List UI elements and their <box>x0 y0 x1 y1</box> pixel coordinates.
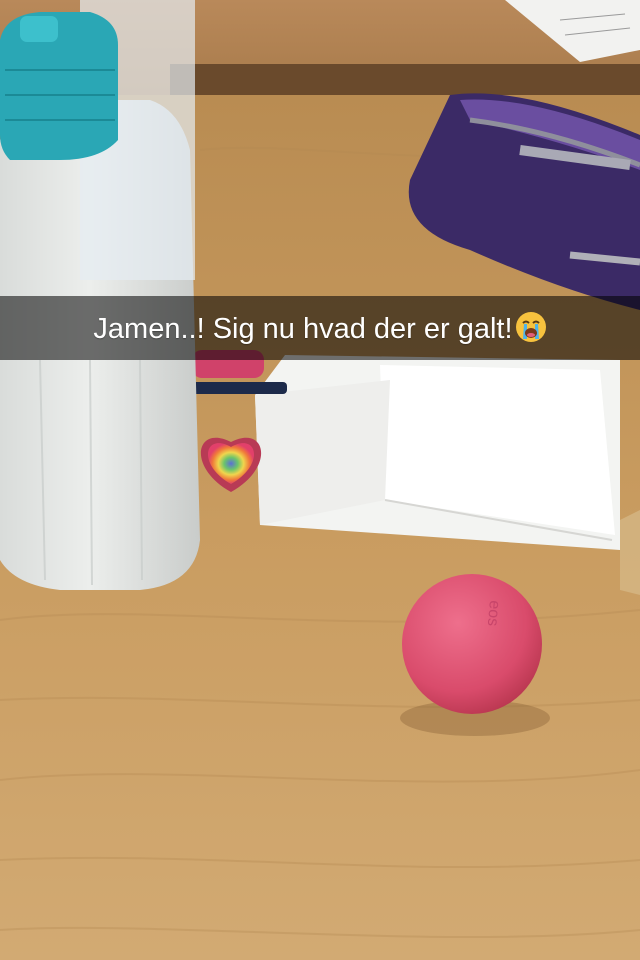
snap-photo: eos Jamen..! Sig nu hvad der er galt! <box>0 0 640 960</box>
photo-scene: eos <box>0 0 640 960</box>
caption-bar: Jamen..! Sig nu hvad der er galt! <box>0 296 640 360</box>
ruler <box>620 510 640 595</box>
loudly-crying-face-icon <box>515 311 546 342</box>
bottle-cap <box>0 12 118 160</box>
bottle <box>0 0 200 590</box>
desk-edge <box>170 64 640 100</box>
paper-towel <box>255 355 620 550</box>
pencil <box>192 382 287 394</box>
caption-text: Jamen..! Sig nu hvad der er galt! <box>93 312 513 345</box>
lip-balm-logo: eos <box>484 600 503 627</box>
lip-balm-ball <box>402 574 542 714</box>
snap-caption: Jamen..! Sig nu hvad der er galt! <box>93 311 546 346</box>
